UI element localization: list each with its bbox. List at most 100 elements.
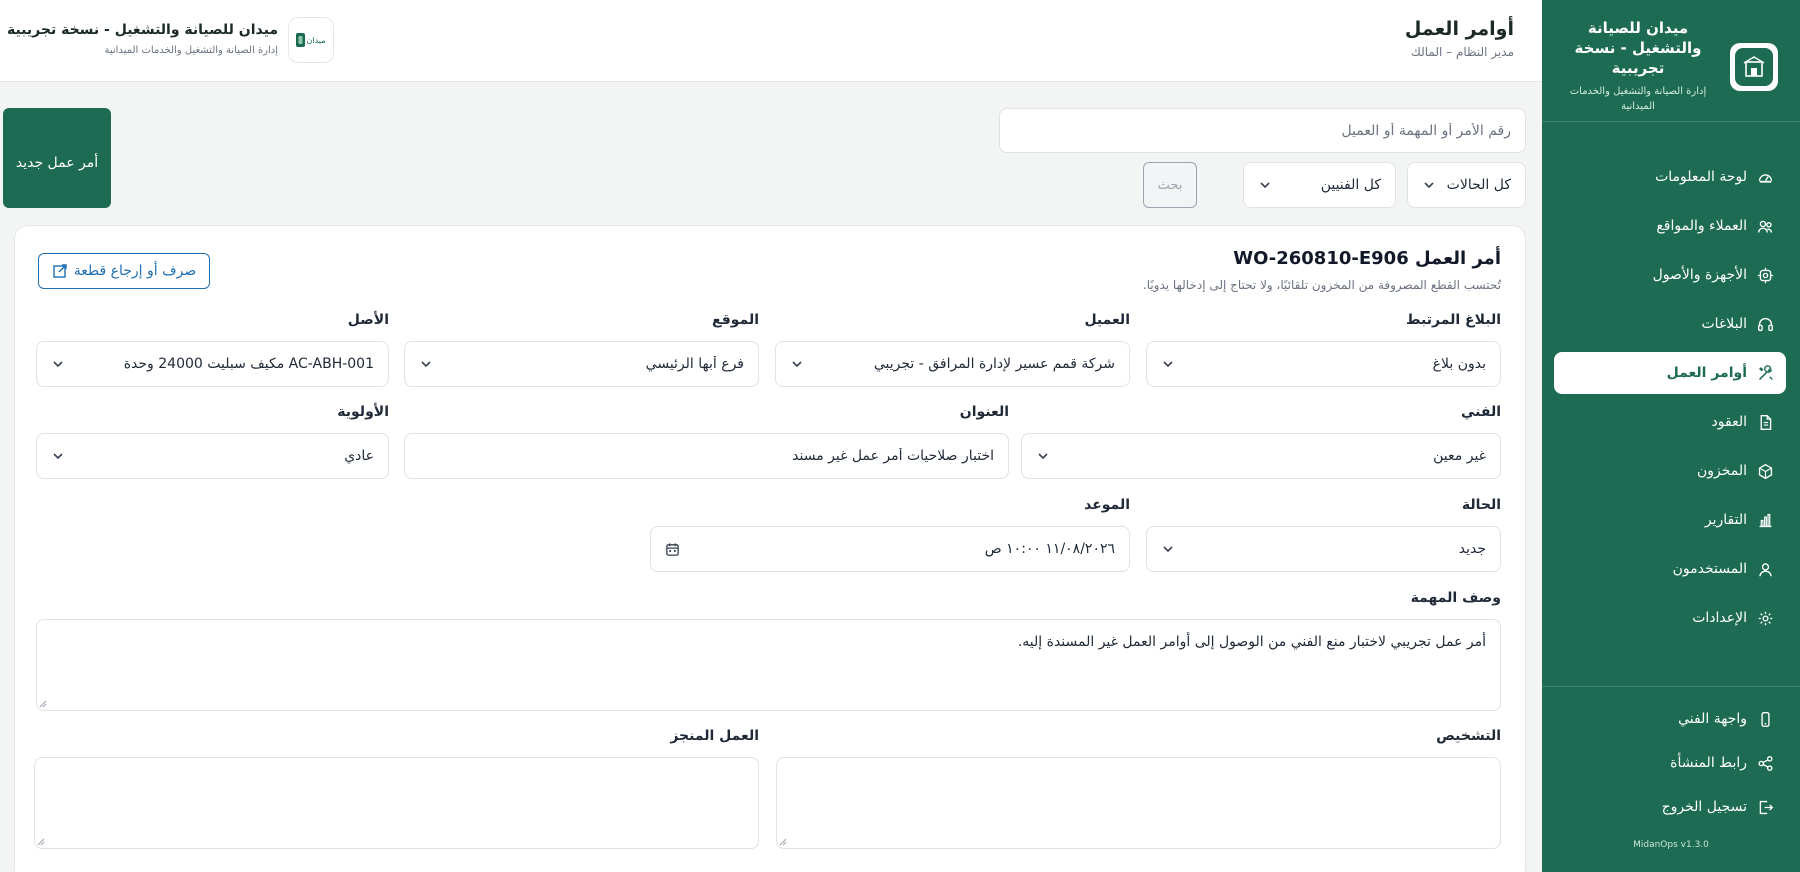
linked-report-label: البلاغ المرتبط (1406, 312, 1501, 328)
sidebar-brand: ميدان للصيانة والتشغيل - نسخة تجريبية إد… (1542, 0, 1800, 122)
diagnosis-label: التشخيص (1436, 728, 1501, 744)
top-header: أوامر العمل مدير النظام – المالك ميدان م… (0, 0, 1542, 82)
device-icon (1757, 267, 1774, 283)
phone-icon (1761, 711, 1770, 727)
resize-handle-icon[interactable] (37, 838, 45, 846)
status-select[interactable]: جديد (1146, 526, 1501, 572)
asset-value: AC-ABH-001 مكيف سبليت 24000 وحدة (123, 356, 374, 372)
sidebar-item-label: البلاغات (1701, 316, 1748, 332)
work-order-title: أمر العمل WO-260810-E906 (1233, 248, 1501, 269)
sidebar-item-label: واجهة الفني (1678, 711, 1747, 727)
sidebar-item-label: الإعدادات (1692, 610, 1747, 626)
sidebar-item-label: تسجيل الخروج (1661, 799, 1747, 815)
description-label: وصف المهمة (1410, 590, 1501, 606)
subject-value: اختبار صلاحيات أمر عمل غير مسند (792, 448, 994, 464)
sidebar-item-inventory[interactable]: المخزون (1554, 450, 1786, 492)
work-order-note: تُحتسب القطع المصروفة من المخزون تلقائيً… (1142, 278, 1501, 292)
diagnosis-textarea[interactable] (776, 757, 1501, 849)
site-select[interactable]: فرع أبها الرئيسي (404, 341, 759, 387)
new-work-order-button[interactable]: أمر عمل جديد (3, 108, 111, 208)
work-done-textarea[interactable] (34, 757, 759, 849)
asset-label: الأصل (347, 312, 389, 328)
sidebar-item-reports[interactable]: البلاغات (1554, 303, 1786, 345)
appointment-input[interactable]: ١١/٠٨/٢٠٢٦ ١٠:٠٠ ص (650, 526, 1130, 572)
sidebar-item-work-orders[interactable]: أوامر العمل (1554, 352, 1786, 394)
tools-icon (1759, 364, 1773, 380)
client-value: شركة قمم عسير لإدارة المرافق - تجريبي (873, 356, 1115, 372)
work-order-card: أمر العمل WO-260810-E906 تُحتسب القطع ال… (14, 225, 1526, 872)
technician-value: غير معين (1433, 448, 1486, 464)
user-icon (1759, 562, 1772, 576)
appointment-value: ١١/٠٨/٢٠٢٦ ١٠:٠٠ ص (984, 541, 1115, 557)
sidebar-item-assets[interactable]: الأجهزة والأصول (1554, 254, 1786, 296)
status-value: جديد (1458, 541, 1486, 557)
issue-return-part-button[interactable]: صرف أو إرجاع قطعة (38, 253, 210, 289)
sidebar: ميدان للصيانة والتشغيل - نسخة تجريبية إد… (1542, 0, 1800, 872)
sidebar-item-technician-portal[interactable]: واجهة الفني (1554, 698, 1786, 740)
headset-icon (1758, 317, 1773, 331)
asset-select[interactable]: AC-ABH-001 مكيف سبليت 24000 وحدة (36, 341, 389, 387)
status-filter-value: كل الحالات (1446, 177, 1511, 193)
bar-chart-icon (1759, 513, 1772, 527)
sidebar-item-label: أوامر العمل (1666, 365, 1747, 381)
document-icon (1760, 414, 1772, 430)
search-button[interactable]: بحث (1143, 162, 1197, 208)
sidebar-item-label: التقارير (1704, 512, 1747, 528)
share-icon (1758, 755, 1773, 771)
brand-title: ميدان للصيانة والتشغيل - نسخة تجريبية (1574, 19, 1702, 77)
app-version: MidanOps v1.3.0 (1633, 840, 1709, 850)
sidebar-item-users[interactable]: المستخدمون (1554, 548, 1786, 590)
brand-subtitle: إدارة الصيانة والتشغيل والخدمات الميداني… (1569, 86, 1707, 112)
calendar-icon[interactable] (665, 542, 680, 557)
sidebar-divider (1542, 686, 1800, 687)
chevron-down-icon (1424, 182, 1434, 189)
sidebar-item-dashboard[interactable]: لوحة المعلومات (1554, 156, 1786, 198)
chevron-down-icon (421, 361, 431, 368)
priority-select[interactable]: عادي (36, 433, 389, 479)
sidebar-item-label: العقود (1711, 414, 1747, 430)
priority-value: عادي (344, 448, 374, 464)
sidebar-item-label: المستخدمون (1672, 561, 1747, 577)
description-value: أمر عمل تجريبي لاختبار منع الفني من الوص… (1017, 634, 1486, 650)
sidebar-item-facility-link[interactable]: رابط المنشأة (1554, 742, 1786, 784)
logout-icon (1759, 800, 1774, 814)
search-input[interactable] (999, 108, 1526, 153)
description-textarea[interactable]: أمر عمل تجريبي لاختبار منع الفني من الوص… (36, 619, 1501, 711)
linked-report-select[interactable]: بدون بلاغ (1146, 341, 1501, 387)
sidebar-item-logout[interactable]: تسجيل الخروج (1554, 786, 1786, 828)
work-done-label: العمل المنجز (670, 728, 759, 744)
status-filter[interactable]: كل الحالات (1407, 162, 1526, 208)
org-logo-text: ميدان (307, 36, 326, 45)
chevron-down-icon (53, 453, 63, 460)
client-label: العميل (1084, 312, 1130, 328)
org-logo-icon: ميدان (296, 33, 326, 47)
parts-button-label: صرف أو إرجاع قطعة (73, 263, 197, 279)
chevron-down-icon (792, 361, 802, 368)
client-select[interactable]: شركة قمم عسير لإدارة المرافق - تجريبي (775, 341, 1130, 387)
external-edit-icon (53, 264, 67, 278)
linked-report-value: بدون بلاغ (1432, 356, 1486, 372)
box-icon (1758, 463, 1773, 479)
page-title: أوامر العمل (1404, 18, 1514, 40)
sidebar-item-contracts[interactable]: العقود (1554, 401, 1786, 443)
appointment-label: الموعد (1084, 497, 1130, 513)
technician-select[interactable]: غير معين (1021, 433, 1501, 479)
gear-icon (1758, 611, 1773, 625)
chevron-down-icon (1163, 546, 1173, 553)
priority-label: الأولوية (337, 404, 389, 420)
resize-handle-icon[interactable] (39, 700, 47, 708)
sidebar-item-label: رابط المنشأة (1670, 755, 1747, 771)
subject-input[interactable]: اختبار صلاحيات أمر عمل غير مسند (404, 433, 1009, 479)
sidebar-item-label: لوحة المعلومات (1655, 169, 1747, 185)
org-subtitle: إدارة الصيانة والتشغيل والخدمات الميداني… (104, 45, 279, 56)
sidebar-item-analytics[interactable]: التقارير (1554, 499, 1786, 541)
sidebar-item-settings[interactable]: الإعدادات (1554, 597, 1786, 639)
users-icon (1758, 220, 1773, 233)
user-role: مدير النظام – المالك (1410, 45, 1514, 59)
technician-filter[interactable]: كل الفنيين (1243, 162, 1396, 208)
sidebar-item-label: الأجهزة والأصول (1652, 267, 1747, 283)
org-logo: ميدان (288, 17, 334, 63)
sidebar-item-clients[interactable]: العملاء والمواقع (1554, 205, 1786, 247)
resize-handle-icon[interactable] (779, 838, 787, 846)
brand-logo (1730, 43, 1778, 91)
